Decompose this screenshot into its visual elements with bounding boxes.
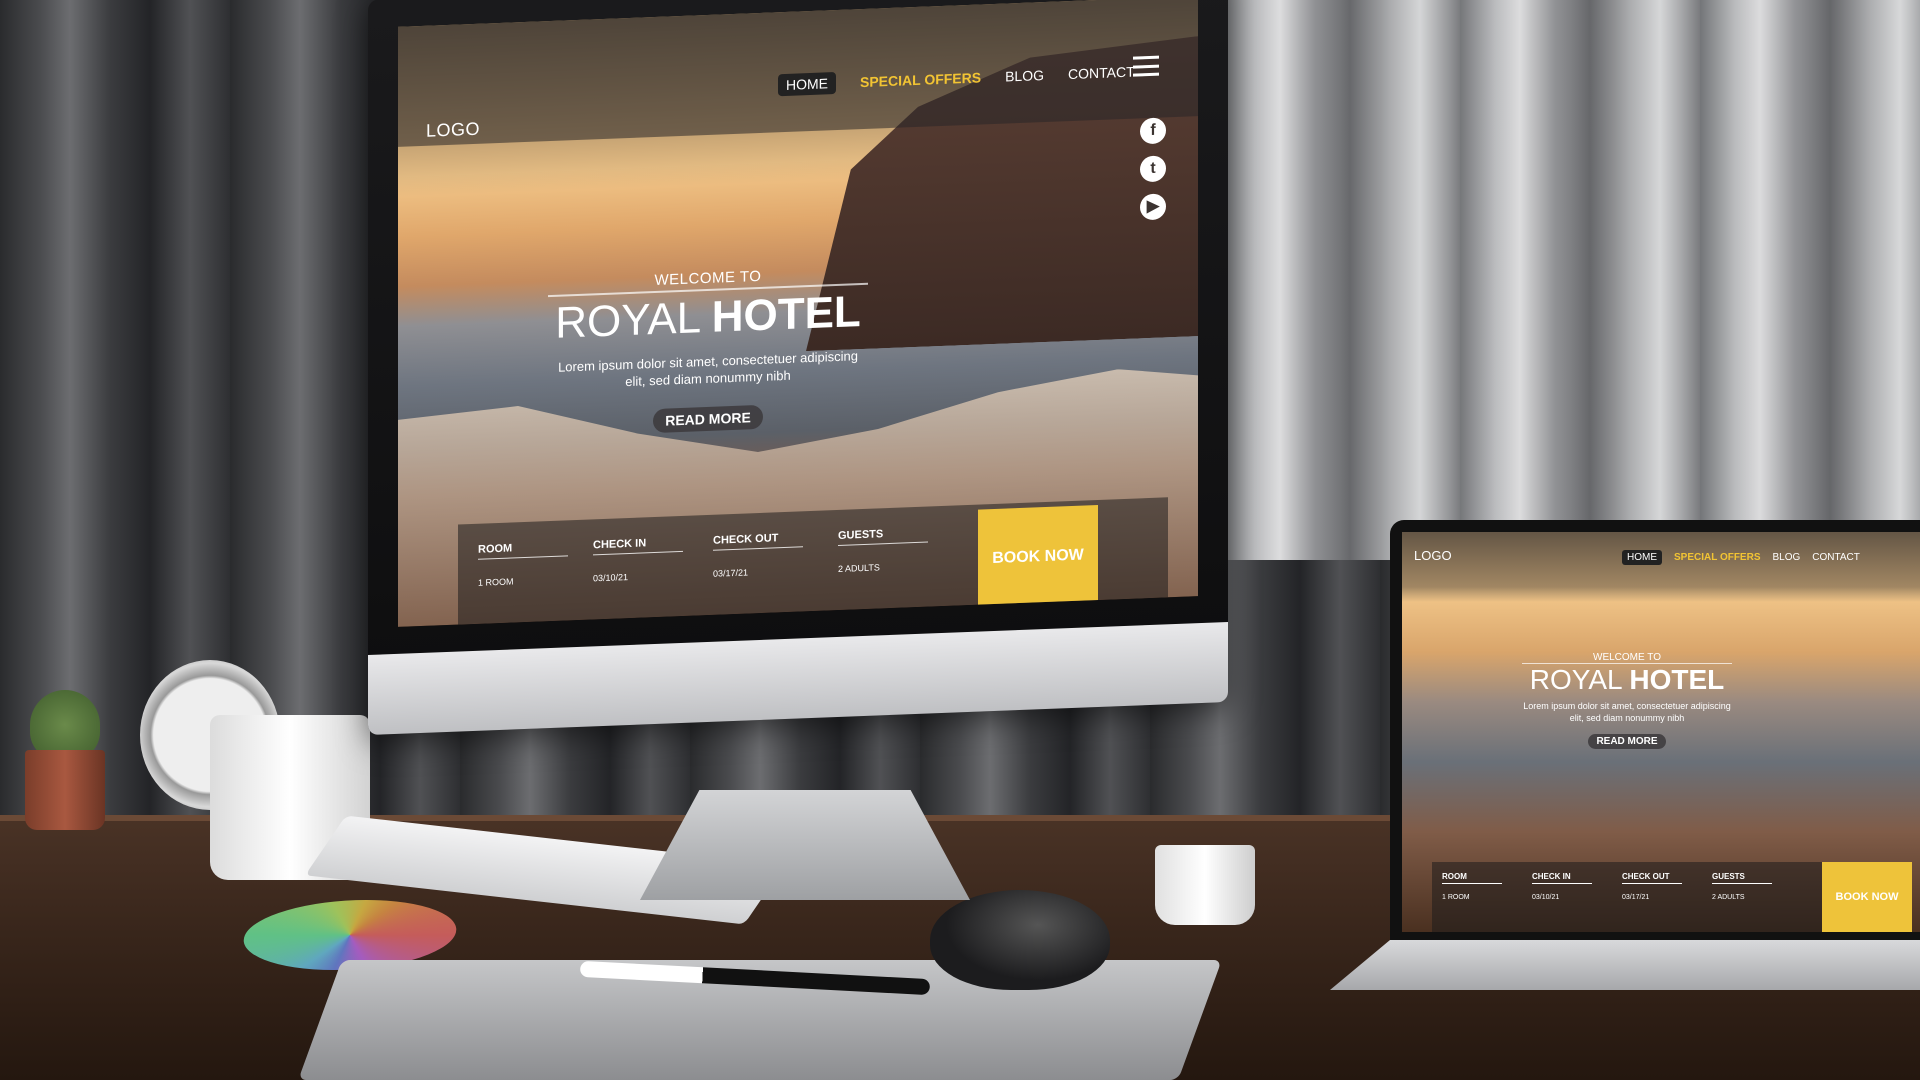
laptop-hero-title: ROYAL HOTEL <box>1522 663 1732 696</box>
checkout-label: CHECK OUT <box>713 531 803 551</box>
checkout-value: 03/17/21 <box>713 567 749 579</box>
laptop-booking-bar: ROOM 1 ROOM CHECK IN 03/10/21 CHECK OUT … <box>1432 862 1912 932</box>
laptop-display: LOGO HOME SPECIAL OFFERS BLOG CONTACT WE… <box>1402 532 1920 932</box>
checkin-label: CHECK IN <box>593 535 683 556</box>
facebook-icon[interactable]: f <box>1140 117 1166 145</box>
laptop-nav-links: HOME SPECIAL OFFERS BLOG CONTACT <box>1622 550 1860 565</box>
read-more-button[interactable]: READ MORE <box>653 404 763 434</box>
hero-description: Lorem ipsum dolor sit amet, consectetuer… <box>558 348 858 390</box>
laptop-hero-welcome: WELCOME TO <box>1593 652 1661 663</box>
nav-contact[interactable]: CONTACT <box>1068 64 1135 83</box>
curtain-highlight <box>1220 0 1920 560</box>
desktop-monitor: LOGO HOME SPECIAL OFFERS BLOG CONTACT f … <box>368 0 1228 735</box>
hero-title: ROYAL HOTEL <box>548 282 868 350</box>
book-now-button[interactable]: BOOK NOW <box>978 504 1098 610</box>
nav-links: HOME SPECIAL OFFERS BLOG CONTACT <box>778 61 1135 97</box>
guests-value: 2 ADULTS <box>838 562 880 574</box>
laptop-checkout-field[interactable]: CHECK OUT 03/17/21 <box>1622 872 1682 901</box>
checkin-value: 03/10/21 <box>593 572 629 584</box>
hero-title-light: ROYAL <box>555 293 700 348</box>
laptop-nav-contact[interactable]: CONTACT <box>1812 552 1860 563</box>
laptop-screen-bezel: LOGO HOME SPECIAL OFFERS BLOG CONTACT WE… <box>1390 520 1920 940</box>
laptop-room-value: 1 ROOM <box>1442 894 1470 901</box>
laptop-book-now-button[interactable]: BOOK NOW <box>1822 862 1912 932</box>
site-logo[interactable]: LOGO <box>426 119 480 142</box>
monitor-screen: LOGO HOME SPECIAL OFFERS BLOG CONTACT f … <box>398 0 1198 627</box>
laptop-hero-title-bold: HOTEL <box>1629 664 1725 695</box>
checkin-field[interactable]: CHECK IN 03/10/21 <box>593 535 683 584</box>
guests-label: GUESTS <box>838 526 928 546</box>
room-field[interactable]: ROOM 1 ROOM <box>478 540 568 588</box>
laptop-checkin-value: 03/10/21 <box>1532 894 1560 901</box>
laptop-read-more-button[interactable]: READ MORE <box>1588 734 1666 749</box>
laptop: LOGO HOME SPECIAL OFFERS BLOG CONTACT WE… <box>1330 520 1920 990</box>
laptop-checkout-label: CHECK OUT <box>1622 872 1682 884</box>
nav-blog[interactable]: BLOG <box>1005 67 1044 84</box>
checkout-field[interactable]: CHECK OUT 03/17/21 <box>713 531 803 579</box>
laptop-room-field[interactable]: ROOM 1 ROOM <box>1442 872 1502 901</box>
laptop-room-label: ROOM <box>1442 872 1502 884</box>
cactus-pot <box>25 750 105 830</box>
hamburger-menu-icon[interactable] <box>1133 55 1159 77</box>
laptop-nav-home[interactable]: HOME <box>1622 550 1662 565</box>
twitter-icon[interactable]: t <box>1140 155 1166 183</box>
social-links: f t ▶ <box>1140 117 1166 221</box>
youtube-icon[interactable]: ▶ <box>1140 193 1166 221</box>
laptop-checkin-label: CHECK IN <box>1532 872 1592 884</box>
nav-home[interactable]: HOME <box>778 72 836 97</box>
hero-title-bold: HOTEL <box>711 287 861 342</box>
laptop-guests-label: GUESTS <box>1712 872 1772 884</box>
laptop-guests-value: 2 ADULTS <box>1712 894 1745 901</box>
laptop-site-logo[interactable]: LOGO <box>1414 548 1452 563</box>
laptop-hero: WELCOME TO ROYAL HOTEL Lorem ipsum dolor… <box>1522 652 1732 749</box>
nav-special-offers[interactable]: SPECIAL OFFERS <box>860 69 981 90</box>
laptop-nav-blog[interactable]: BLOG <box>1773 552 1801 563</box>
laptop-keyboard-base <box>1330 940 1920 990</box>
laptop-hero-description: Lorem ipsum dolor sit amet, consectetuer… <box>1523 701 1731 723</box>
laptop-checkin-field[interactable]: CHECK IN 03/10/21 <box>1532 872 1592 901</box>
laptop-hero-title-light: ROYAL <box>1529 664 1622 695</box>
room-value: 1 ROOM <box>478 576 514 588</box>
guests-field[interactable]: GUESTS 2 ADULTS <box>838 526 928 574</box>
laptop-checkout-value: 03/17/21 <box>1622 894 1650 901</box>
hero-section: WELCOME TO ROYAL HOTEL Lorem ipsum dolor… <box>548 264 868 437</box>
laptop-nav-special-offers[interactable]: SPECIAL OFFERS <box>1674 552 1761 563</box>
computer-mouse <box>930 890 1110 990</box>
room-label: ROOM <box>478 540 568 560</box>
laptop-guests-field[interactable]: GUESTS 2 ADULTS <box>1712 872 1772 901</box>
white-plant-pot <box>1155 845 1255 925</box>
